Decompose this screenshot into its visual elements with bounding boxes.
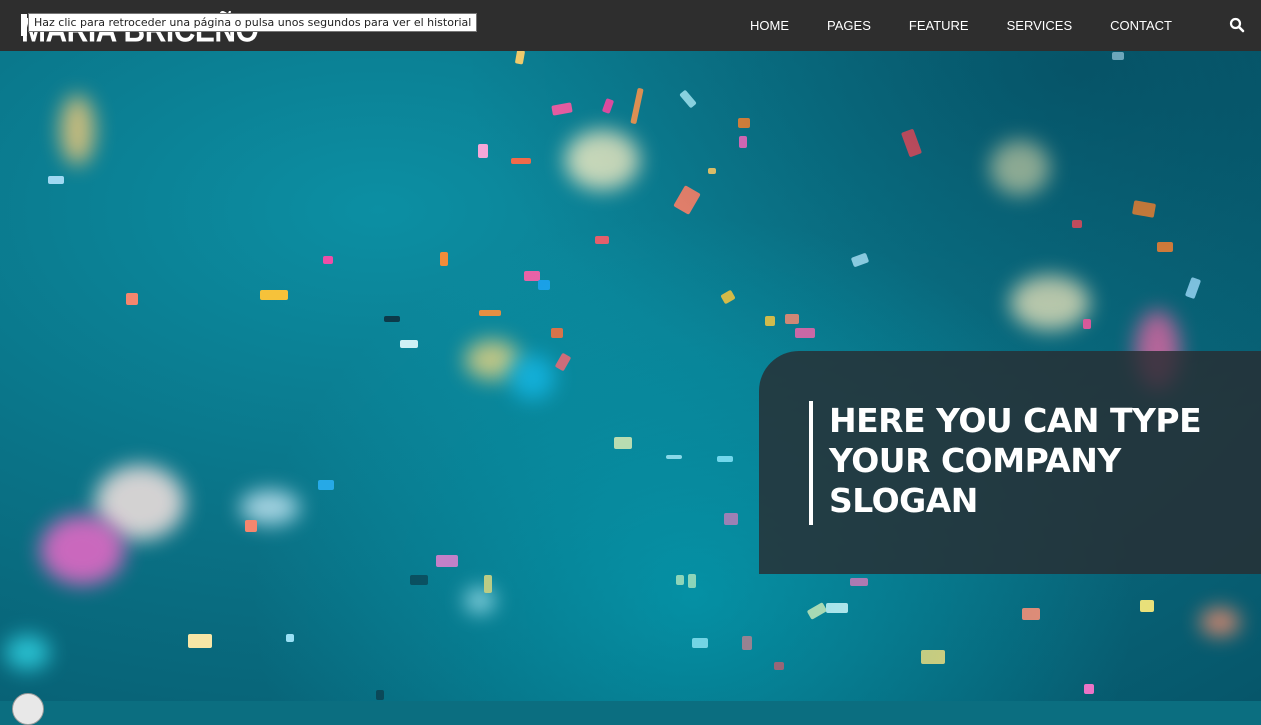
confetti-piece bbox=[785, 314, 799, 324]
cursor-caret bbox=[21, 14, 27, 36]
confetti-piece bbox=[511, 158, 531, 164]
confetti-piece bbox=[742, 636, 752, 650]
confetti-piece bbox=[717, 456, 733, 462]
confetti-piece bbox=[440, 252, 448, 266]
confetti-piece bbox=[479, 310, 501, 316]
confetti-piece bbox=[1022, 608, 1040, 620]
bokeh-blob bbox=[465, 340, 520, 380]
nav-item-services[interactable]: SERVICES bbox=[988, 18, 1092, 33]
confetti-piece bbox=[484, 575, 492, 593]
confetti-piece bbox=[720, 289, 736, 305]
slogan-panel: HERE YOU CAN TYPE YOUR COMPANY SLOGAN bbox=[759, 351, 1261, 574]
confetti-piece bbox=[1072, 220, 1082, 228]
confetti-piece bbox=[551, 102, 573, 116]
bokeh-blob bbox=[990, 140, 1050, 195]
confetti-piece bbox=[323, 256, 333, 264]
confetti-piece bbox=[630, 87, 644, 125]
confetti-piece bbox=[666, 455, 682, 459]
confetti-piece bbox=[673, 185, 701, 215]
confetti-piece bbox=[48, 176, 64, 184]
bokeh-blob bbox=[95, 465, 185, 540]
bokeh-blob bbox=[565, 130, 640, 190]
confetti-piece bbox=[595, 236, 609, 244]
confetti-piece bbox=[900, 128, 923, 158]
main-nav: HOME PAGES FEATURE SERVICES CONTACT bbox=[731, 0, 1191, 51]
confetti-piece bbox=[410, 575, 428, 585]
confetti-piece bbox=[286, 634, 294, 642]
browser-tooltip: Haz clic para retroceder una página o pu… bbox=[28, 13, 478, 32]
confetti-piece bbox=[478, 144, 488, 158]
confetti-piece bbox=[1140, 600, 1154, 612]
scroll-top-icon[interactable] bbox=[12, 693, 44, 725]
bokeh-blob bbox=[40, 515, 125, 585]
confetti-piece bbox=[514, 49, 526, 65]
confetti-piece bbox=[850, 578, 868, 586]
confetti-piece bbox=[384, 316, 400, 322]
confetti-piece bbox=[1157, 242, 1173, 252]
bokeh-blob bbox=[510, 355, 555, 400]
confetti-piece bbox=[1083, 319, 1091, 329]
confetti-piece bbox=[774, 662, 784, 670]
confetti-piece bbox=[1131, 200, 1157, 218]
confetti-piece bbox=[260, 290, 288, 300]
nav-item-feature[interactable]: FEATURE bbox=[890, 18, 988, 33]
confetti-piece bbox=[739, 136, 747, 148]
confetti-piece bbox=[188, 634, 212, 648]
confetti-piece bbox=[1084, 684, 1094, 694]
bokeh-blob bbox=[1200, 608, 1240, 636]
confetti-piece bbox=[850, 252, 870, 268]
confetti-piece bbox=[679, 89, 697, 109]
confetti-piece bbox=[1112, 52, 1124, 60]
search-icon[interactable] bbox=[1229, 17, 1245, 33]
confetti-piece bbox=[245, 520, 257, 532]
bokeh-blob bbox=[60, 95, 95, 165]
hero-slogan: HERE YOU CAN TYPE YOUR COMPANY SLOGAN bbox=[829, 401, 1202, 520]
bokeh-blob bbox=[1010, 275, 1090, 330]
confetti-piece bbox=[376, 690, 384, 700]
confetti-piece bbox=[524, 271, 540, 281]
confetti-piece bbox=[738, 118, 750, 128]
bokeh-blob bbox=[465, 588, 495, 613]
confetti-piece bbox=[614, 437, 632, 449]
confetti-piece bbox=[400, 340, 418, 348]
confetti-piece bbox=[708, 168, 716, 174]
confetti-piece bbox=[724, 513, 738, 525]
nav-item-contact[interactable]: CONTACT bbox=[1091, 18, 1191, 33]
confetti-piece bbox=[318, 480, 334, 490]
confetti-piece bbox=[538, 280, 550, 290]
confetti-piece bbox=[676, 575, 684, 585]
confetti-piece bbox=[1184, 276, 1202, 300]
confetti-piece bbox=[795, 328, 815, 338]
confetti-piece bbox=[692, 638, 708, 648]
bokeh-blob bbox=[5, 635, 50, 670]
confetti-piece bbox=[765, 316, 775, 326]
confetti-piece bbox=[806, 602, 828, 620]
confetti-piece bbox=[826, 603, 848, 613]
confetti-piece bbox=[921, 650, 945, 664]
confetti-piece bbox=[551, 328, 563, 338]
confetti-piece bbox=[688, 574, 696, 588]
confetti-piece bbox=[554, 352, 572, 372]
confetti-piece bbox=[126, 293, 138, 305]
nav-item-pages[interactable]: PAGES bbox=[808, 18, 890, 33]
nav-item-home[interactable]: HOME bbox=[731, 18, 808, 33]
confetti-piece bbox=[436, 555, 458, 567]
slogan-accent-bar bbox=[809, 401, 813, 525]
confetti-piece bbox=[601, 98, 615, 114]
bokeh-blob bbox=[240, 490, 300, 525]
